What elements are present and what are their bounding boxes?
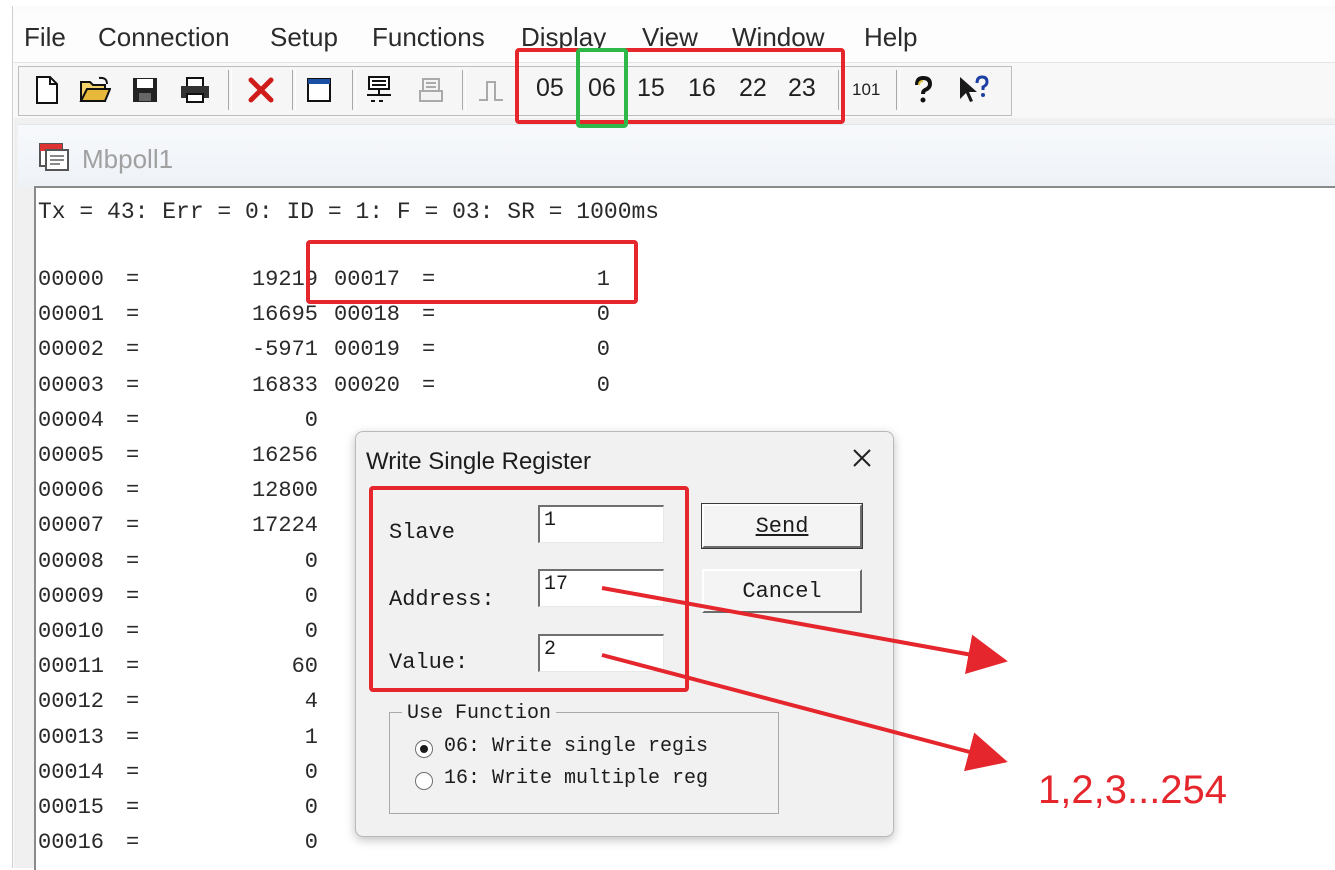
annotation-arrows: [601, 586, 1008, 772]
arrow-value: [601, 653, 1008, 772]
arrow-address: [601, 586, 1008, 674]
range-annotation: 1,2,3...254: [1038, 768, 1228, 812]
